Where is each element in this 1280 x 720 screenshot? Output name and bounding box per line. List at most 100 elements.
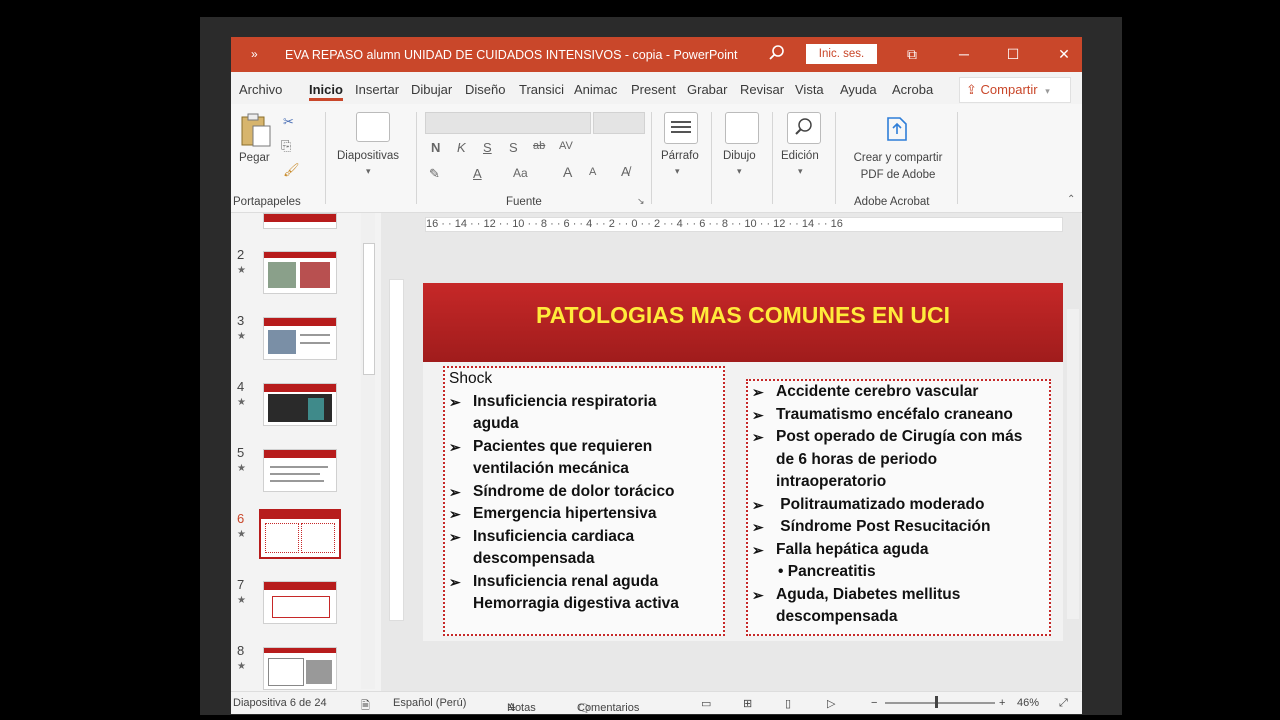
zoom-slider-thumb[interactable] <box>935 696 938 708</box>
paste-button[interactable]: Pegar <box>239 112 273 164</box>
slide-canvas[interactable]: PATOLOGIAS MAS COMUNES EN UCI Shock ➢ Ins… <box>423 283 1063 641</box>
minimize-button[interactable]: ─ <box>953 43 975 65</box>
editing-button[interactable]: Edición <box>781 150 819 162</box>
slides-button[interactable]: Diapositivas <box>337 150 399 162</box>
tab-transiciones[interactable]: Transici <box>519 82 564 97</box>
slide-thumb-3[interactable] <box>263 317 337 360</box>
search-icon[interactable] <box>767 43 787 63</box>
font-color-icon[interactable]: A <box>473 166 482 181</box>
maximize-button[interactable]: ☐ <box>1002 43 1024 65</box>
transition-star-icon: ★ <box>237 661 246 672</box>
shrink-font-button[interactable]: A <box>589 166 596 178</box>
chevron-down-icon[interactable]: ▾ <box>675 166 680 177</box>
drawing-button[interactable]: Dibujo <box>723 150 756 162</box>
tab-insertar[interactable]: Insertar <box>355 82 399 97</box>
list-item: ➢ Emergencia hipertensiva <box>445 503 723 526</box>
strikethrough-icon[interactable]: ab <box>533 140 545 152</box>
sorter-view-icon[interactable]: ⊞ <box>743 697 752 710</box>
left-textbox[interactable]: Shock ➢ Insuficiencia respiratoria aguda ➢… <box>443 366 725 636</box>
char-spacing-icon[interactable]: AV <box>559 140 573 152</box>
slide-thumb-8[interactable] <box>263 647 337 690</box>
tab-revisar[interactable]: Revisar <box>740 82 784 97</box>
tab-animaciones[interactable]: Animac <box>574 82 617 97</box>
italic-button[interactable]: K <box>457 140 466 155</box>
new-slide-icon[interactable] <box>356 112 390 142</box>
scrollbar-thumb[interactable] <box>363 243 375 375</box>
shadow-button[interactable]: S <box>509 140 518 155</box>
change-case-button[interactable]: Aa <box>513 166 528 180</box>
magnifier-icon[interactable] <box>787 112 821 144</box>
close-button[interactable]: ✕ <box>1053 43 1075 65</box>
tab-diseno[interactable]: Diseño <box>465 82 505 97</box>
tab-ayuda[interactable]: Ayuda <box>840 82 877 97</box>
window-title: EVA REPASO alumn UNIDAD DE CUIDADOS INTE… <box>285 48 738 62</box>
quick-access-chevron[interactable]: » <box>251 47 258 61</box>
slide-title[interactable]: PATOLOGIAS MAS COMUNES EN UCI <box>423 302 1063 329</box>
tab-inicio[interactable]: Inicio <box>309 82 343 101</box>
list-item: ➢ Pacientes que requieren ventilación mecá… <box>449 437 653 478</box>
slide-thumb-7[interactable] <box>263 581 337 624</box>
title-bar: » EVA REPASO alumn UNIDAD DE CUIDADOS IN… <box>231 37 1082 72</box>
editor-scrollbar[interactable] <box>1067 309 1079 619</box>
underline-button[interactable]: S <box>483 140 492 155</box>
group-separator <box>957 112 958 204</box>
accessibility-icon[interactable]: 🗎 <box>361 697 370 714</box>
group-separator <box>651 112 652 204</box>
slide-thumb-6[interactable] <box>259 509 341 559</box>
format-painter-icon[interactable]: 🖌 <box>283 162 300 178</box>
ribbon: Pegar ✂ ⎘ 🖌 Portapapeles Diapositivas ▾ … <box>231 104 1082 213</box>
dot-bullet-icon: • <box>778 563 788 580</box>
slide-thumb-2[interactable] <box>263 251 337 294</box>
paragraph-button[interactable]: Párrafo <box>661 150 699 162</box>
highlight-icon[interactable]: ✎ <box>429 166 440 182</box>
slide-number: 8 <box>237 643 245 658</box>
tab-grabar[interactable]: Grabar <box>687 82 727 97</box>
fit-slide-icon[interactable]: ⤢ <box>1059 697 1068 710</box>
chevron-down-icon[interactable]: ▾ <box>366 166 371 177</box>
reading-view-icon[interactable]: ▯ <box>785 697 791 710</box>
cut-icon[interactable]: ✂ <box>283 114 294 130</box>
slides-scrollbar[interactable] <box>361 213 375 689</box>
font-name-select[interactable] <box>425 112 591 134</box>
zoom-in-button[interactable]: + <box>999 697 1005 709</box>
sign-in-button[interactable]: Inic. ses. <box>806 44 877 64</box>
slide-thumb-1[interactable] <box>263 213 337 229</box>
tab-acrobat[interactable]: Acroba <box>892 82 933 97</box>
bold-button[interactable]: N <box>431 140 440 155</box>
pdf-share-icon[interactable] <box>883 114 911 144</box>
list-item: ➢ Traumatismo encéfalo craneano <box>748 404 1049 427</box>
paragraph-icon[interactable] <box>664 112 698 144</box>
font-size-select[interactable] <box>593 112 645 134</box>
tab-archivo[interactable]: Archivo <box>239 82 282 97</box>
zoom-level[interactable]: 46% <box>1017 697 1039 709</box>
copy-icon[interactable]: ⎘ <box>281 138 291 154</box>
share-label: Compartir <box>980 82 1038 97</box>
grow-font-button[interactable]: A <box>563 164 572 180</box>
ribbon-tabs: Archivo Inicio Insertar Dibujar Diseño T… <box>231 72 1082 104</box>
language-indicator[interactable]: Español (Perú) <box>393 697 466 709</box>
zoom-out-button[interactable]: − <box>871 697 877 709</box>
slide-thumb-4[interactable] <box>263 383 337 426</box>
list-item: ➢ Falla hepática aguda <box>748 539 1049 562</box>
tab-presentacion[interactable]: Present <box>631 82 676 97</box>
normal-view-icon[interactable]: ▭ <box>701 697 711 710</box>
create-share-pdf-button[interactable]: Crear y compartir PDF de Adobe <box>843 150 953 184</box>
slide-thumb-5[interactable] <box>263 449 337 492</box>
ribbon-display-icon[interactable]: ⧉ <box>901 43 923 65</box>
transition-star-icon: ★ <box>237 529 246 540</box>
chevron-down-icon[interactable]: ▾ <box>798 166 803 177</box>
shapes-icon[interactable] <box>725 112 759 144</box>
slide-number: 3 <box>237 313 245 328</box>
chevron-down-icon[interactable]: ▾ <box>737 166 742 177</box>
right-textbox[interactable]: ➢ Accidente cerebro vascular ➢ Traumatismo… <box>746 379 1051 636</box>
zoom-slider[interactable] <box>885 702 995 704</box>
tab-vista[interactable]: Vista <box>795 82 824 97</box>
share-button[interactable]: ⇪ Compartir ▾ <box>959 77 1071 103</box>
clear-format-icon[interactable]: A̸ <box>621 164 630 179</box>
slideshow-icon[interactable]: ▷ <box>827 697 835 710</box>
group-separator <box>711 112 712 204</box>
tab-dibujar[interactable]: Dibujar <box>411 82 452 97</box>
dialog-launcher-icon[interactable]: ↘ <box>637 196 645 207</box>
slides-panel: 2 ★ 3 ★ 4 ★ 5 ★ 6 ★ 7 ★ 8 ★ <box>231 213 381 691</box>
collapse-ribbon-icon[interactable]: ⌃ <box>1067 194 1075 205</box>
